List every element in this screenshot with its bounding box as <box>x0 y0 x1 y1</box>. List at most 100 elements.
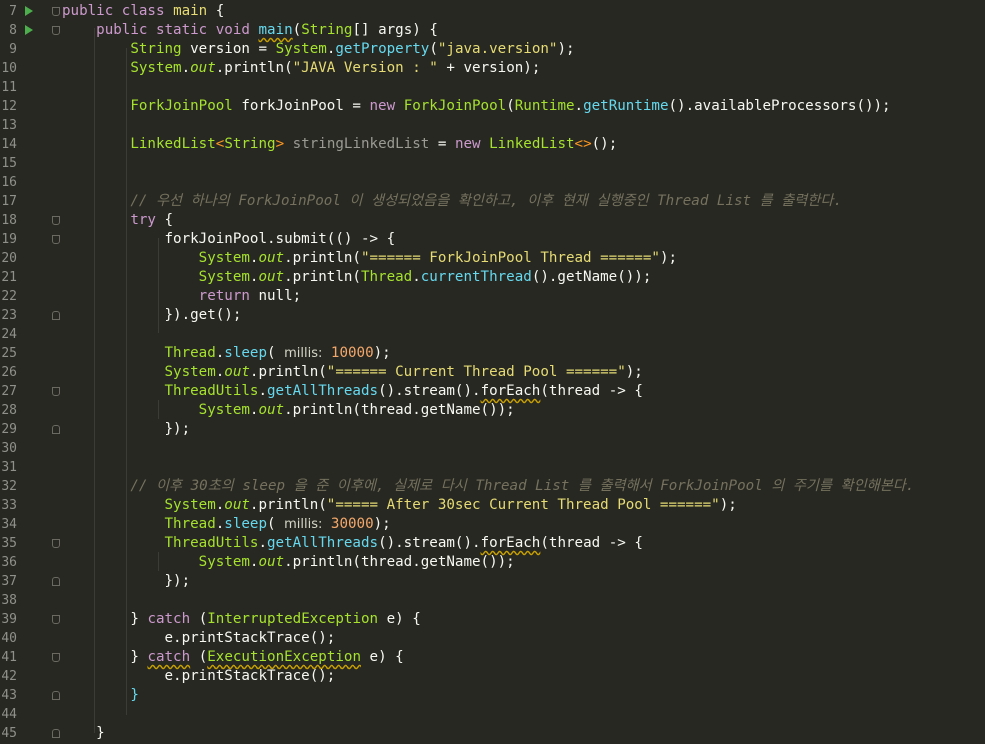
code-token: out <box>224 497 250 513</box>
code-line[interactable]: 29 }); <box>0 420 985 439</box>
code-line[interactable]: 14 LinkedList<String> stringLinkedList =… <box>0 135 985 154</box>
code-token: "===== After 30sec Current Thread Pool =… <box>326 497 720 513</box>
code-line[interactable]: 41 } catch (ExecutionException e) { <box>0 648 985 667</box>
code-token: public <box>62 3 114 19</box>
fold-icon[interactable] <box>52 311 60 320</box>
line-number: 34 <box>1 517 17 532</box>
code-line[interactable]: 13 <box>0 116 985 135</box>
code-line[interactable]: 34 Thread.sleep( millis: 30000); <box>0 515 985 534</box>
code-text: ForkJoinPool forkJoinPool = new ForkJoin… <box>62 97 890 116</box>
code-token: = <box>429 136 455 152</box>
code-line[interactable]: 33 System.out.println("===== After 30sec… <box>0 496 985 515</box>
line-number: 21 <box>1 270 17 285</box>
code-token: catch <box>147 611 191 627</box>
code-line[interactable]: 8 public static void main(String[] args)… <box>0 21 985 40</box>
code-line[interactable]: 9 String version = System.getProperty("j… <box>0 40 985 59</box>
fold-icon[interactable] <box>52 539 60 548</box>
code-token: ); <box>557 41 575 57</box>
code-line[interactable]: 37 }); <box>0 572 985 591</box>
line-number: 35 <box>1 536 17 551</box>
line-number: 9 <box>9 42 17 57</box>
code-token: (thread -> { <box>540 383 643 399</box>
code-line[interactable]: 26 System.out.println("====== Current Th… <box>0 363 985 382</box>
code-text: public static void main(String[] args) { <box>62 21 438 40</box>
code-line[interactable]: 45 } <box>0 724 985 743</box>
code-line[interactable]: 16 <box>0 173 985 192</box>
code-line[interactable]: 35 ThreadUtils.getAllThreads().stream().… <box>0 534 985 553</box>
code-line[interactable]: 19 forkJoinPool.submit(() -> { <box>0 230 985 249</box>
fold-icon[interactable] <box>52 653 60 662</box>
code-token: version = <box>181 41 276 57</box>
code-token: .availableProcessors <box>685 98 857 114</box>
code-line[interactable]: 15 <box>0 154 985 173</box>
fold-icon[interactable] <box>52 615 60 624</box>
fold-icon[interactable] <box>52 7 60 16</box>
code-line[interactable]: 25 Thread.sleep( millis: 10000); <box>0 344 985 363</box>
code-line[interactable]: 36 System.out.println(thread.getName()); <box>0 553 985 572</box>
line-number: 38 <box>1 593 17 608</box>
fold-icon[interactable] <box>52 235 60 244</box>
code-token: "java.version" <box>437 41 558 57</box>
code-token: . <box>215 516 225 532</box>
code-line[interactable]: 31 <box>0 458 985 477</box>
code-token: ); <box>659 250 678 266</box>
code-line[interactable]: 40 e.printStackTrace(); <box>0 629 985 648</box>
run-gutter-icon[interactable] <box>25 6 33 16</box>
line-number: 15 <box>1 156 17 171</box>
fold-icon[interactable] <box>52 729 60 738</box>
code-line[interactable]: 11 <box>0 78 985 97</box>
fold-icon[interactable] <box>52 577 60 586</box>
code-line[interactable]: 23 }).get(); <box>0 306 985 325</box>
code-line[interactable]: 27 ThreadUtils.getAllThreads().stream().… <box>0 382 985 401</box>
code-line[interactable]: 20 System.out.println("====== ForkJoinPo… <box>0 249 985 268</box>
code-token: e) { <box>378 611 421 627</box>
code-line[interactable]: 22 return null; <box>0 287 985 306</box>
code-token: ( <box>506 98 515 114</box>
line-number: 43 <box>1 688 17 703</box>
code-line[interactable]: 39 } catch (InterruptedException e) { <box>0 610 985 629</box>
code-token: out <box>258 402 285 418</box>
code-token: sleep <box>224 345 268 361</box>
code-line[interactable]: 38 <box>0 591 985 610</box>
code-line[interactable]: 42 e.printStackTrace(); <box>0 667 985 686</box>
code-text: public class main { <box>62 2 224 21</box>
code-token: millis: <box>284 517 323 532</box>
code-token: forEach <box>480 383 541 399</box>
run-gutter-icon[interactable] <box>25 25 33 35</box>
code-token: (() -> { <box>326 231 396 247</box>
code-line[interactable]: 30 <box>0 439 985 458</box>
code-line[interactable]: 44 <box>0 705 985 724</box>
code-line[interactable]: 18 try { <box>0 211 985 230</box>
code-line[interactable]: 28 System.out.println(thread.getName()); <box>0 401 985 420</box>
code-token: (); <box>591 136 618 152</box>
code-editor[interactable]: 7 public class main {8 public static void… <box>0 0 985 744</box>
code-line[interactable]: 10 System.out.println("JAVA Version : " … <box>0 59 985 78</box>
code-text: } <box>62 686 139 705</box>
fold-icon[interactable] <box>52 691 60 700</box>
code-line[interactable]: 7 public class main { <box>0 2 985 21</box>
code-line[interactable]: 17 // 우선 하나의 ForkJoinPool 이 생성되었음을 확인하고,… <box>0 192 985 211</box>
code-token: try <box>130 212 156 228</box>
fold-icon[interactable] <box>52 387 60 396</box>
fold-icon[interactable] <box>52 26 60 35</box>
fold-icon[interactable] <box>52 216 60 225</box>
code-line[interactable]: 12 ForkJoinPool forkJoinPool = new ForkJ… <box>0 97 985 116</box>
code-token: } <box>130 611 148 627</box>
code-token: void <box>215 22 250 38</box>
code-token: System <box>198 269 250 285</box>
fold-icon[interactable] <box>52 425 60 434</box>
line-number: 25 <box>1 346 17 361</box>
code-token: 10000 <box>322 345 374 361</box>
code-line[interactable]: 21 System.out.println(Thread.currentThre… <box>0 268 985 287</box>
code-token: Thread <box>164 516 216 532</box>
code-text: return null; <box>62 287 302 306</box>
code-token: // 우선 하나의 ForkJoinPool 이 생성되었음을 확인하고, 이후… <box>130 193 842 209</box>
code-text: System.out.println(Thread.currentThread(… <box>62 268 652 287</box>
code-line[interactable]: 24 <box>0 325 985 344</box>
line-number: 33 <box>1 498 17 513</box>
code-token: stringLinkedList <box>284 136 430 152</box>
line-number: 42 <box>1 669 17 684</box>
code-line[interactable]: 32 // 이후 30초의 sleep 을 준 이후에, 실제로 다시 Thre… <box>0 477 985 496</box>
code-line[interactable]: 43 } <box>0 686 985 705</box>
